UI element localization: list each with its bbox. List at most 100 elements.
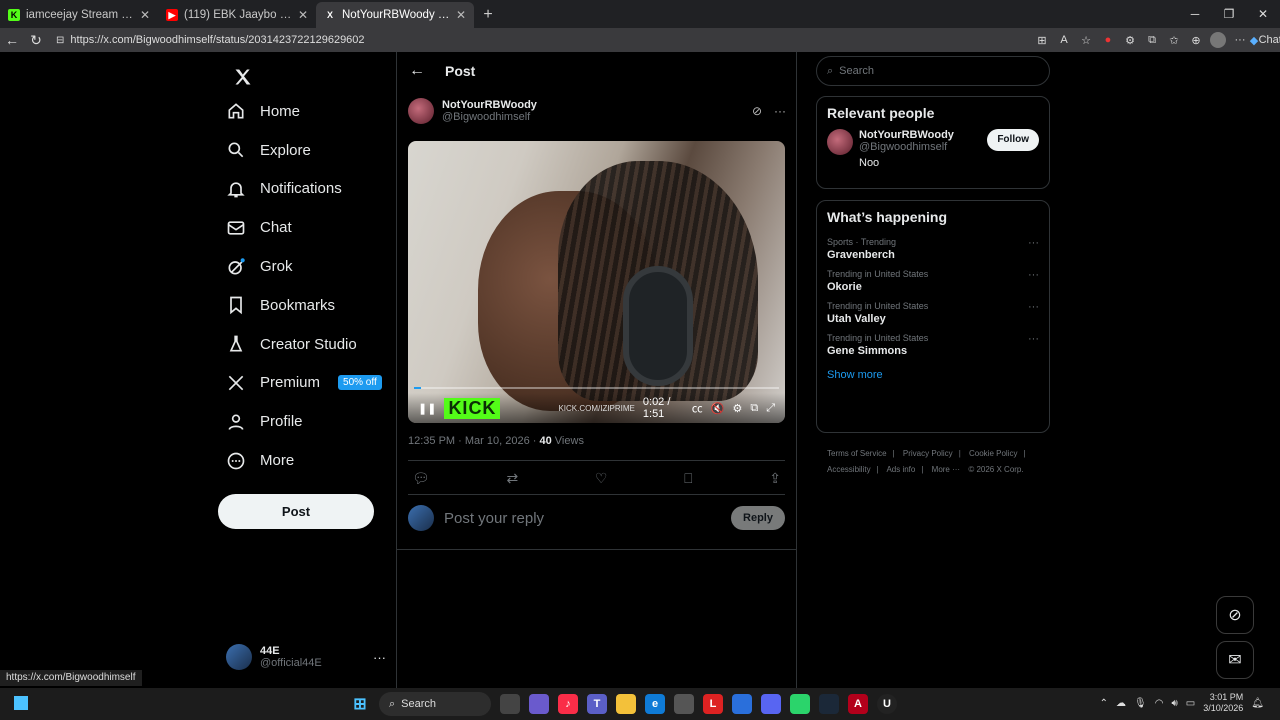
extension-icon[interactable]: ⚙ <box>1122 32 1138 48</box>
green-app-icon[interactable] <box>790 694 810 714</box>
collections-icon[interactable]: ⊕ <box>1188 32 1204 48</box>
reply-input[interactable]: Post your reply <box>444 510 544 527</box>
favorites-icon[interactable]: ✩ <box>1166 32 1182 48</box>
footer-link[interactable]: Terms of Service <box>827 449 887 458</box>
store-icon[interactable] <box>674 694 694 714</box>
reply-button[interactable]: Reply <box>731 506 785 530</box>
scrollbar[interactable] <box>1268 52 1280 688</box>
trend-item[interactable]: Trending in United States Utah Valley ··· <box>817 297 1049 329</box>
like-icon[interactable]: ♡ <box>595 470 608 487</box>
reply-icon[interactable]: 💬︎ <box>412 470 430 487</box>
grok-fab-button[interactable]: ⊘ <box>1216 596 1254 634</box>
footer-link[interactable]: Privacy Policy <box>903 449 953 458</box>
close-tab-icon[interactable]: ✕ <box>298 8 308 22</box>
video-progress-bar[interactable] <box>414 387 779 389</box>
new-tab-button[interactable]: + <box>474 2 502 28</box>
extensions-icon[interactable]: ⧉ <box>1144 32 1160 48</box>
trend-item[interactable]: Trending in United States Okorie ··· <box>817 265 1049 297</box>
more-icon[interactable]: ··· <box>373 650 386 665</box>
person-row[interactable]: NotYourRBWoody @Bigwoodhimself Noo Follo… <box>817 129 1049 169</box>
x-logo-icon[interactable] <box>226 60 260 94</box>
fullscreen-icon[interactable]: ⤢ <box>766 402 775 415</box>
nav-item-more[interactable]: More <box>218 441 382 480</box>
nav-item-premium[interactable]: Premium 50% off <box>218 364 382 403</box>
nav-item-grok[interactable]: Grok <box>218 247 382 286</box>
trend-item[interactable]: Sports · Trending Gravenberch ··· <box>817 233 1049 265</box>
clock[interactable]: 3:01 PM 3/10/2026 <box>1203 692 1243 714</box>
settings-more-icon[interactable]: ··· <box>1232 32 1248 48</box>
nav-item-creator-studio[interactable]: Creator Studio <box>218 325 382 364</box>
refresh-icon[interactable]: ↻ <box>24 28 48 52</box>
avatar[interactable] <box>827 129 853 155</box>
person-name[interactable]: NotYourRBWoody <box>859 129 954 141</box>
pause-icon[interactable]: ❚❚ <box>418 402 436 415</box>
footer-link[interactable]: Accessibility <box>827 465 871 474</box>
chevron-up-icon[interactable]: ⌃ <box>1100 698 1108 709</box>
captions-icon[interactable]: ㏄ <box>692 400 703 416</box>
pen-app-icon[interactable] <box>732 694 752 714</box>
nav-item-profile[interactable]: Profile <box>218 402 382 441</box>
bookmark-icon[interactable]: ⎕ <box>684 470 692 487</box>
post-date[interactable]: Mar 10, 2026 <box>465 435 530 447</box>
task-view-icon[interactable] <box>500 694 520 714</box>
steam-icon[interactable] <box>819 694 839 714</box>
browser-tab-x[interactable]: X NotYourRBWoody on X: "https://t ✕ <box>316 2 474 28</box>
more-icon[interactable]: ··· <box>1028 333 1039 357</box>
search-input[interactable]: ⌕ Search <box>816 56 1050 86</box>
nav-item-notifications[interactable]: Notifications <box>218 170 382 209</box>
site-info-icon[interactable]: ⊟ <box>56 35 64 46</box>
minimize-icon[interactable]: ─ <box>1178 0 1212 28</box>
nav-item-home[interactable]: Home <box>218 92 382 131</box>
volume-icon[interactable]: 🔊︎ <box>1171 698 1177 709</box>
nav-item-chat[interactable]: Chat <box>218 208 382 247</box>
more-icon[interactable]: ··· <box>1028 301 1039 325</box>
taskbar-search[interactable]: ⌕ Search <box>379 692 491 716</box>
close-tab-icon[interactable]: ✕ <box>456 8 466 22</box>
widgets-icon[interactable] <box>14 696 28 710</box>
nav-item-explore[interactable]: Explore <box>218 131 382 170</box>
footer-link[interactable]: Cookie Policy <box>969 449 1017 458</box>
settings-icon[interactable]: ⚙ <box>732 402 742 415</box>
cloud-icon[interactable]: ☁ <box>1116 698 1126 709</box>
notification-bell-icon[interactable]: 🔔︎ <box>1251 698 1264 709</box>
music-icon[interactable]: ♪ <box>558 694 578 714</box>
restore-icon[interactable]: ❐ <box>1212 0 1246 28</box>
account-switcher[interactable]: 44E @official44E ··· <box>226 640 386 674</box>
back-icon[interactable]: ← <box>0 28 24 52</box>
more-icon[interactable]: ··· <box>1028 237 1039 261</box>
footer-link[interactable]: More ··· <box>932 465 960 474</box>
discord-icon[interactable] <box>761 694 781 714</box>
file-explorer-icon[interactable] <box>616 694 636 714</box>
favorite-star-icon[interactable]: ☆ <box>1078 32 1094 48</box>
share-icon[interactable]: ⇪ <box>769 470 781 487</box>
post-time[interactable]: 12:35 PM <box>408 435 455 447</box>
nav-item-bookmarks[interactable]: Bookmarks <box>218 286 382 325</box>
more-icon[interactable]: ··· <box>774 104 786 118</box>
app-available-icon[interactable]: ⊞ <box>1034 32 1050 48</box>
browser-tab-kick[interactable]: K iamceejay Stream - Watch Live on ✕ <box>0 2 158 28</box>
browser-tab-youtube[interactable]: ▶ (119) EBK Jaaybo - OsamaWorld M ✕ <box>158 2 316 28</box>
adobe-icon[interactable]: A <box>848 694 868 714</box>
author-name[interactable]: NotYourRBWoody <box>442 99 537 111</box>
url-field[interactable]: ⊟ https://x.com/Bigwoodhimself/status/20… <box>48 30 1008 50</box>
edge-icon[interactable]: e <box>645 694 665 714</box>
teams-icon[interactable]: T <box>587 694 607 714</box>
pip-icon[interactable]: ⧉ <box>750 402 758 415</box>
read-aloud-icon[interactable]: A <box>1056 32 1072 48</box>
grok-explain-icon[interactable]: ⊘ <box>752 104 762 118</box>
follow-button[interactable]: Follow <box>987 129 1039 151</box>
wifi-icon[interactable]: ◠ <box>1155 698 1164 709</box>
unreal-icon[interactable]: U <box>877 694 897 714</box>
repost-icon[interactable]: ⇄ <box>506 470 518 487</box>
messages-fab-button[interactable]: ✉ <box>1216 641 1254 679</box>
windows-start-icon[interactable]: ⊞ <box>350 694 370 714</box>
copilot-chat-button[interactable]: ◆ Chat <box>1250 32 1280 48</box>
back-arrow-icon[interactable]: ← <box>409 62 425 80</box>
copilot-icon[interactable] <box>529 694 549 714</box>
show-more-link[interactable]: Show more <box>817 361 1049 389</box>
avatar[interactable] <box>408 98 434 124</box>
battery-icon[interactable]: ▭ <box>1186 698 1195 709</box>
mic-icon[interactable]: 🎙︎ <box>1134 698 1147 709</box>
footer-link[interactable]: Ads info <box>886 465 915 474</box>
extension-red-icon[interactable]: ● <box>1100 32 1116 48</box>
